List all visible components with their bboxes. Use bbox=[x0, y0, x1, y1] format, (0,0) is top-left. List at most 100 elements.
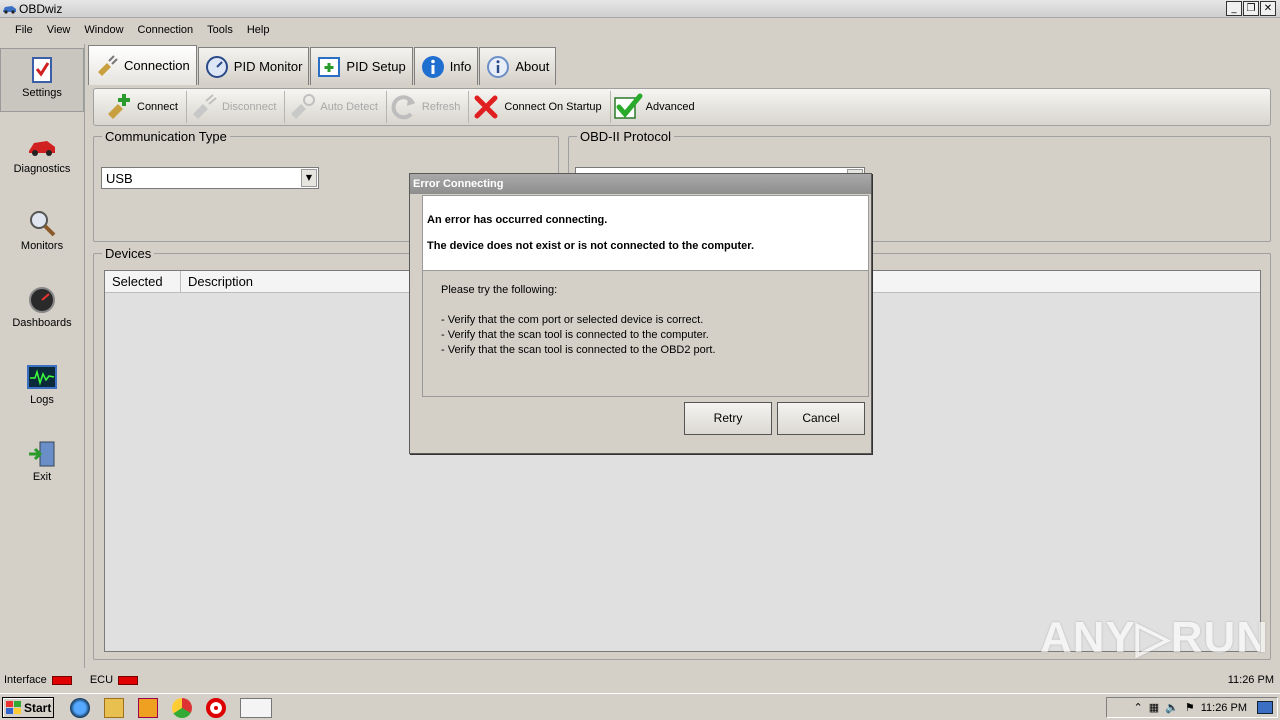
car-app-icon bbox=[3, 6, 16, 14]
sidebar-item-label: Monitors bbox=[20, 240, 64, 252]
menu-file[interactable]: File bbox=[8, 20, 40, 42]
system-tray: ⌃ ▦ 🔈 ⚑ 11:26 PM bbox=[1106, 697, 1278, 718]
retry-button[interactable]: Retry bbox=[684, 402, 772, 435]
volume-icon[interactable]: 🔈 bbox=[1165, 701, 1179, 714]
refresh-label: Refresh bbox=[421, 101, 461, 113]
cancel-button[interactable]: Cancel bbox=[777, 402, 865, 435]
anyrun-watermark: ANY▷RUN bbox=[1040, 613, 1270, 662]
error-connecting-dialog: Error Connecting An error has occurred c… bbox=[409, 173, 872, 454]
tab-pid-monitor[interactable]: PID Monitor bbox=[197, 47, 310, 85]
checklist-icon bbox=[32, 57, 52, 83]
sidebar-item-label: Diagnostics bbox=[13, 163, 71, 175]
sidebar: Settings Diagnostics Monitors Dashboards… bbox=[0, 44, 85, 668]
show-desktop-icon[interactable] bbox=[1257, 701, 1273, 714]
interface-status-led bbox=[51, 675, 72, 685]
menu-window[interactable]: Window bbox=[77, 20, 130, 42]
speedometer-icon bbox=[205, 55, 228, 78]
restore-button[interactable]: ❐ bbox=[1243, 1, 1259, 16]
interface-label: Interface bbox=[4, 674, 47, 686]
communication-type-value: USB bbox=[106, 171, 133, 186]
media-player-icon[interactable] bbox=[138, 698, 158, 718]
folder-icon[interactable] bbox=[104, 698, 124, 718]
dialog-tip: - Verify that the scan tool is connected… bbox=[441, 329, 709, 341]
menu-help[interactable]: Help bbox=[240, 20, 277, 42]
communication-type-select[interactable]: USB ▼ bbox=[101, 167, 319, 189]
magnifier-icon bbox=[30, 211, 56, 237]
menu-connection[interactable]: Connection bbox=[131, 20, 201, 42]
menu-tools[interactable]: Tools bbox=[200, 20, 240, 42]
tab-label: PID Setup bbox=[346, 59, 406, 74]
sidebar-item-dashboards[interactable]: Dashboards bbox=[0, 279, 84, 343]
sidebar-item-monitors[interactable]: Monitors bbox=[0, 202, 84, 266]
tab-info[interactable]: Info bbox=[413, 47, 479, 85]
sidebar-item-label: Exit bbox=[32, 471, 52, 483]
taskbar: Start ⌃ ▦ 🔈 ⚑ 11:26 PM bbox=[0, 693, 1280, 720]
sidebar-item-logs[interactable]: Logs bbox=[0, 356, 84, 420]
windows-logo-icon bbox=[6, 700, 21, 714]
connect-button[interactable]: Connect bbox=[102, 91, 187, 123]
obdwiz-taskbar-icon[interactable] bbox=[240, 698, 272, 718]
advanced-button[interactable]: Advanced bbox=[611, 91, 703, 123]
about-info-icon bbox=[487, 55, 510, 78]
menu-view[interactable]: View bbox=[40, 20, 78, 42]
tab-label: Connection bbox=[124, 58, 190, 73]
sidebar-item-exit[interactable]: Exit bbox=[0, 433, 84, 497]
auto-detect-button[interactable]: Auto Detect bbox=[285, 91, 387, 123]
dialog-message-panel: An error has occurred connecting. The de… bbox=[422, 195, 869, 271]
sidebar-item-label: Settings bbox=[22, 87, 62, 99]
dialog-title: Error Connecting bbox=[410, 174, 871, 194]
status-time: 11:26 PM bbox=[1227, 674, 1274, 686]
red-x-icon bbox=[474, 95, 498, 119]
refresh-button[interactable]: Refresh bbox=[387, 91, 470, 123]
sidebar-item-settings[interactable]: Settings bbox=[0, 48, 84, 112]
chevron-down-icon[interactable]: ▼ bbox=[301, 169, 317, 187]
internet-explorer-icon[interactable] bbox=[70, 698, 90, 718]
tab-about[interactable]: About bbox=[479, 47, 557, 85]
sidebar-item-diagnostics[interactable]: Diagnostics bbox=[0, 125, 84, 189]
communication-type-legend: Communication Type bbox=[102, 129, 230, 144]
start-button[interactable]: Start bbox=[2, 697, 54, 718]
auto-detect-label: Auto Detect bbox=[320, 101, 378, 113]
tab-label: About bbox=[515, 59, 550, 74]
taskbar-time: 11:26 PM bbox=[1200, 701, 1247, 714]
window-title: OBDwiz bbox=[19, 2, 63, 16]
disconnect-plug-icon bbox=[192, 94, 217, 119]
sidebar-item-label: Logs bbox=[30, 394, 54, 406]
connection-toolbar: Connect Disconnect Auto Detect Refresh C… bbox=[93, 88, 1271, 126]
dialog-tips-panel: Please try the following: - Verify that … bbox=[422, 271, 869, 397]
column-header-selected[interactable]: Selected bbox=[105, 271, 181, 292]
advanced-label: Advanced bbox=[645, 101, 695, 113]
dialog-device-line: The device does not exist or is not conn… bbox=[427, 240, 755, 252]
devices-legend: Devices bbox=[102, 246, 155, 261]
menu-bar: File View Window Connection Tools Help bbox=[0, 20, 1280, 42]
status-bar: Interface ECU 11:26 PM bbox=[0, 671, 1280, 689]
exit-door-icon bbox=[29, 441, 55, 467]
tab-connection[interactable]: Connection bbox=[88, 45, 197, 85]
flag-icon[interactable]: ⚑ bbox=[1185, 701, 1195, 714]
disconnect-button[interactable]: Disconnect bbox=[187, 91, 286, 123]
dialog-tip: - Verify that the com port or selected d… bbox=[441, 314, 704, 326]
plug-icon bbox=[98, 54, 118, 76]
sidebar-item-label: Dashboards bbox=[12, 317, 72, 329]
tray-expand-icon[interactable]: ⌃ bbox=[1134, 701, 1143, 714]
quick-launch bbox=[70, 698, 272, 718]
close-button[interactable]: ✕ bbox=[1260, 1, 1276, 16]
auto-detect-icon bbox=[291, 94, 316, 119]
waveform-icon bbox=[27, 365, 57, 389]
chrome-icon[interactable] bbox=[172, 698, 192, 718]
minimize-button[interactable]: _ bbox=[1226, 1, 1242, 16]
opera-icon[interactable] bbox=[206, 698, 226, 718]
connect-plug-icon bbox=[108, 94, 130, 119]
info-icon bbox=[421, 55, 444, 78]
start-label: Start bbox=[24, 700, 52, 715]
tab-label: PID Monitor bbox=[233, 59, 303, 74]
connect-on-startup-button[interactable]: Connect On Startup bbox=[469, 91, 611, 123]
window-titlebar: OBDwiz _ ❐ ✕ bbox=[0, 0, 1280, 18]
obd-protocol-legend: OBD-II Protocol bbox=[577, 129, 675, 144]
tab-pid-setup[interactable]: PID Setup bbox=[310, 47, 413, 85]
tab-label: Info bbox=[449, 59, 472, 74]
connect-on-startup-label: Connect On Startup bbox=[504, 101, 602, 113]
disconnect-label: Disconnect bbox=[221, 101, 277, 113]
ecu-label: ECU bbox=[89, 674, 114, 686]
network-icon[interactable]: ▦ bbox=[1149, 701, 1159, 714]
